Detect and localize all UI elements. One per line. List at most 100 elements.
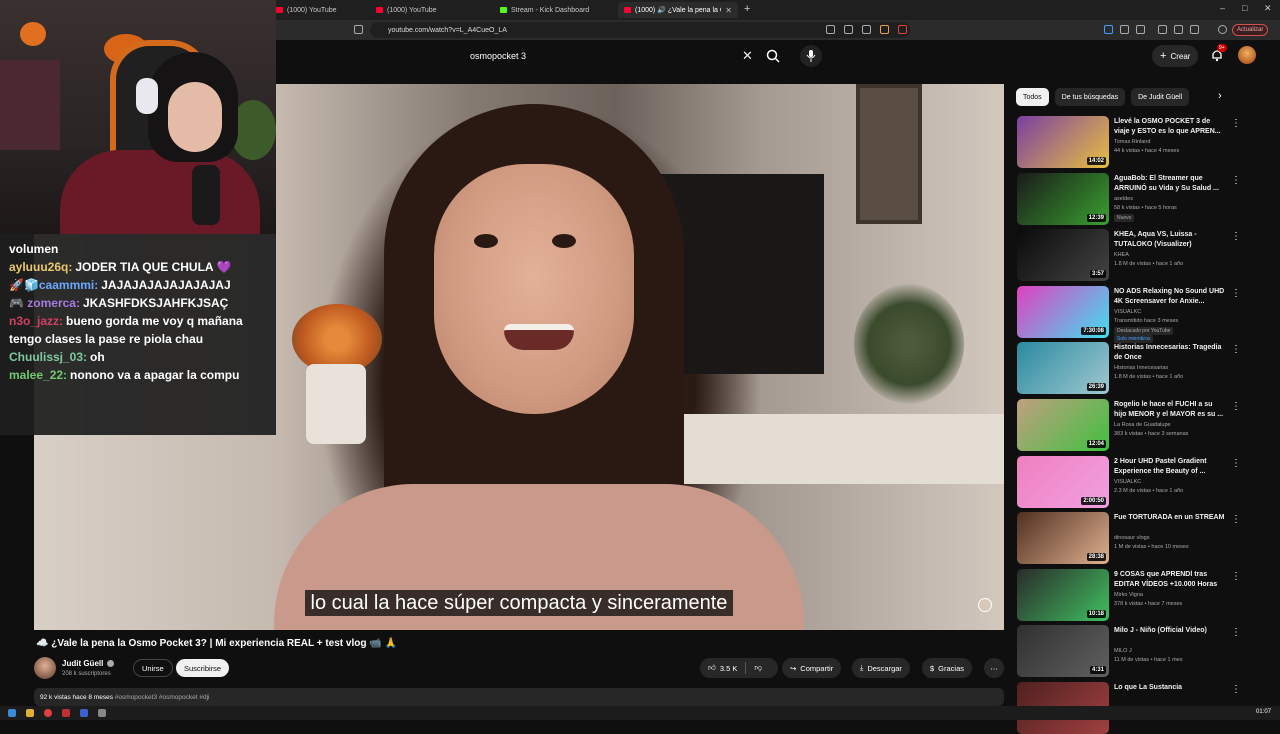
start-icon[interactable] [8, 709, 16, 717]
video-thumbnail[interactable]: 28:38 [1017, 512, 1109, 565]
tab-youtube-1[interactable]: (1000) YouTube [270, 2, 360, 18]
recommended-video[interactable]: 3:57 KHEA, Aqua VS, Luissa - TUTALOKO (Vi… [1017, 229, 1247, 282]
video-thumbnail[interactable]: 26:39 [1017, 342, 1109, 395]
extension-icon[interactable] [1136, 25, 1145, 34]
recommended-video[interactable]: 14:02 Llevé la OSMO POCKET 3 de viaje y E… [1017, 116, 1247, 168]
recommended-channel[interactable]: Mirko Vigna [1114, 592, 1143, 598]
more-vertical-icon[interactable]: ⋮ [1231, 288, 1241, 299]
hashtags[interactable]: #osmopocket3 #osmopocket #dji [115, 694, 210, 701]
new-tab-icon[interactable]: + [744, 3, 750, 15]
recommended-title[interactable]: Fue TORTURADA en un STREAM [1114, 513, 1226, 523]
more-vertical-icon[interactable]: ⋮ [1231, 514, 1241, 525]
tab-youtube-2[interactable]: (1000) YouTube [370, 2, 490, 18]
profile-icon[interactable] [1218, 25, 1227, 34]
recommended-title[interactable]: AguaBob: El Streamer que ARRUINÓ su Vida… [1114, 174, 1226, 194]
extension-icon[interactable] [1104, 25, 1113, 34]
channel-name[interactable]: Judit Güell [62, 659, 103, 668]
video-thumbnail[interactable]: 10:18 [1017, 568, 1109, 621]
share-page-icon[interactable] [862, 25, 871, 34]
close-window-icon[interactable]: ✕ [1264, 3, 1272, 14]
download-icon[interactable] [1190, 25, 1199, 34]
chip-from-channel[interactable]: De Judit Güell [1131, 88, 1190, 106]
search-icon[interactable] [766, 49, 780, 63]
create-button[interactable]: + Crear [1152, 45, 1199, 67]
recommended-title[interactable]: Milo J - Niño (Official Video) [1114, 626, 1226, 636]
extension-icon[interactable] [1120, 25, 1129, 34]
recommended-video[interactable]: 12:39 AguaBob: El Streamer que ARRUINÓ su… [1017, 172, 1247, 225]
minimize-icon[interactable]: – [1220, 3, 1225, 13]
recommended-title[interactable]: 2 Hour UHD Pastel Gradient Experience th… [1114, 457, 1226, 477]
more-vertical-icon[interactable]: ⋮ [1231, 118, 1241, 129]
app-icon[interactable] [62, 709, 70, 717]
channel-avatar[interactable] [34, 657, 56, 679]
update-browser-button[interactable]: Actualizar [1232, 24, 1269, 36]
chip-all[interactable]: Todos [1016, 88, 1049, 106]
recommended-title[interactable]: Rogelio le hace el FUCHI a su hijo MENOR… [1114, 400, 1226, 420]
close-tab-icon[interactable]: ✕ [725, 6, 732, 15]
description-box[interactable]: 92 k vistas hace 8 meses #osmopocket3 #o… [34, 688, 1004, 706]
chevron-right-icon[interactable]: › [1218, 90, 1222, 102]
recommended-title[interactable]: Lo que La Sustancia [1114, 683, 1226, 693]
subscribe-button[interactable]: Suscribirse [176, 659, 230, 677]
more-vertical-icon[interactable]: ⋮ [1231, 231, 1241, 242]
recommended-video[interactable]: 26:39 Historias Innecesarias: Tragedia de… [1017, 342, 1247, 395]
recommended-title[interactable]: NO ADS Relaxing No Sound UHD 4K Screensa… [1114, 287, 1226, 307]
bookmark-icon[interactable] [354, 25, 363, 34]
more-vertical-icon[interactable]: ⋮ [1231, 627, 1241, 638]
channel-watermark[interactable] [978, 598, 992, 612]
search-input[interactable]: osmopocket 3 [470, 46, 740, 66]
like-count[interactable]: 3.5 K [720, 664, 738, 673]
download-button[interactable]: ⤓ Descargar [852, 658, 910, 678]
app-icon[interactable] [80, 709, 88, 717]
recommended-video[interactable]: 10:18 9 COSAS que APRENDÍ tras EDITAR VÍD… [1017, 568, 1247, 621]
account-avatar[interactable] [1238, 46, 1256, 64]
recommended-video[interactable]: 28:38 Fue TORTURADA en un STREAM dinosaur … [1017, 512, 1247, 565]
thumbs-down-icon[interactable]: 👎︎ [754, 663, 762, 673]
thumbs-up-icon[interactable]: 👍︎ [708, 663, 716, 673]
thanks-button[interactable]: $ Gracias [922, 658, 973, 678]
join-button[interactable]: Unirse [133, 659, 173, 677]
more-vertical-icon[interactable]: ⋮ [1231, 344, 1241, 355]
recommended-channel[interactable]: VISUALKC [1114, 309, 1141, 315]
share-button[interactable]: ↪ Compartir [782, 658, 842, 678]
star-icon[interactable] [880, 25, 889, 34]
more-actions-button[interactable]: ⋯ [984, 658, 1004, 678]
chip-from-searches[interactable]: De tus búsquedas [1054, 88, 1126, 106]
recommended-channel[interactable]: KHEA [1114, 252, 1129, 258]
recommended-video[interactable]: 7:30:08 NO ADS Relaxing No Sound UHD 4K S… [1017, 285, 1247, 343]
recommended-channel[interactable]: VISUALKC [1114, 479, 1141, 485]
recommended-title[interactable]: KHEA, Aqua VS, Luissa - TUTALOKO (Visual… [1114, 230, 1226, 250]
recommended-channel[interactable]: dinosaur vlogs [1114, 535, 1149, 541]
recommended-channel[interactable]: axeldes [1114, 196, 1133, 202]
video-thumbnail[interactable]: 14:02 [1017, 116, 1109, 168]
tab-current-video[interactable]: (1000) 🔊 ¿Vale la pena la O ✕ [618, 2, 738, 18]
video-thumbnail[interactable]: 12:04 [1017, 399, 1109, 451]
recommended-channel[interactable]: Tomas Rinland [1114, 139, 1150, 145]
app-icon[interactable] [98, 709, 106, 717]
video-thumbnail[interactable]: 7:30:08 [1017, 285, 1109, 338]
recommended-video[interactable]: 4:31 Milo J - Niño (Official Video) MILO J… [1017, 625, 1247, 678]
recommended-channel[interactable]: La Rosa de Guadalupe [1114, 422, 1171, 428]
recommended-title[interactable]: 9 COSAS que APRENDÍ tras EDITAR VÍDEOS +… [1114, 570, 1226, 590]
clear-search-icon[interactable]: ✕ [742, 48, 753, 64]
recommended-title[interactable]: Historias Innecesarias: Tragedia de Once [1114, 343, 1226, 363]
zoom-icon[interactable] [844, 25, 853, 34]
chrome-icon[interactable] [44, 709, 52, 717]
recommended-channel[interactable]: Historias Innecesarias [1114, 365, 1168, 371]
extension-icon[interactable] [898, 25, 907, 34]
cast-icon[interactable] [826, 25, 835, 34]
more-vertical-icon[interactable]: ⋮ [1231, 571, 1241, 582]
recommended-title[interactable]: Llevé la OSMO POCKET 3 de viaje y ESTO e… [1114, 117, 1226, 137]
folder-icon[interactable] [26, 709, 34, 717]
video-thumbnail[interactable]: 2:00:50 [1017, 455, 1109, 508]
more-vertical-icon[interactable]: ⋮ [1231, 401, 1241, 412]
more-vertical-icon[interactable]: ⋮ [1231, 458, 1241, 469]
more-vertical-icon[interactable]: ⋮ [1231, 684, 1241, 695]
sidebar-icon[interactable] [1174, 25, 1183, 34]
tab-kick-dashboard[interactable]: Stream - Kick Dashboard [494, 2, 614, 18]
recommended-video[interactable]: 12:04 Rogelio le hace el FUCHI a su hijo … [1017, 399, 1247, 451]
recommended-video[interactable]: 2:00:50 2 Hour UHD Pastel Gradient Experi… [1017, 455, 1247, 508]
recommended-channel[interactable]: MILO J [1114, 648, 1132, 654]
video-thumbnail[interactable]: 4:31 [1017, 625, 1109, 678]
more-vertical-icon[interactable]: ⋮ [1231, 175, 1241, 186]
